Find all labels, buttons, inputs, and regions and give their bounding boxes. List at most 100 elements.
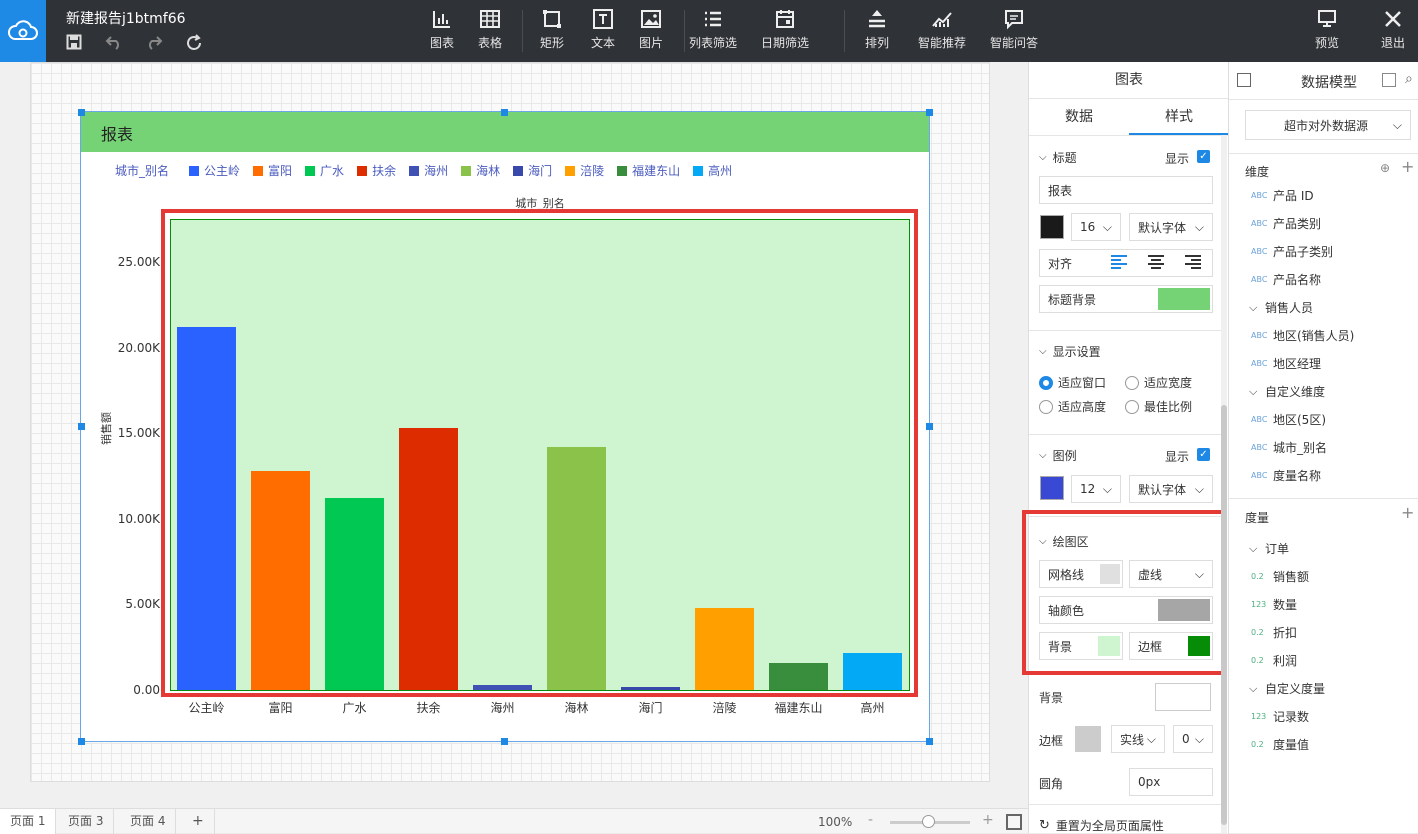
add-measure-icon[interactable]: + (1401, 503, 1414, 522)
display-section-header[interactable]: ⌵ 显示设置 (1039, 343, 1101, 360)
field-item[interactable]: ABC 度量名称 (1251, 467, 1321, 484)
legend-item[interactable]: 广水 (305, 162, 344, 179)
resize-handle[interactable] (78, 109, 85, 116)
toolbar-table-button[interactable]: 表格 (478, 8, 502, 56)
document-title[interactable]: 新建报告j1btmf66 (66, 8, 186, 28)
page-tab-1[interactable]: 页面 1 (0, 809, 57, 834)
toolbar-arrange-button[interactable]: 排列 (865, 8, 889, 56)
radio-best-ratio[interactable]: 最佳比例 (1125, 398, 1192, 415)
radio-fit-height[interactable]: 适应高度 (1039, 398, 1106, 415)
toolbar-text-button[interactable]: 文本 (591, 8, 615, 56)
field-item[interactable]: 123 记录数 (1251, 708, 1309, 725)
title-font-size-select[interactable]: 16 ⌵ (1071, 213, 1121, 241)
toolbar-rectangle-button[interactable]: 矩形 (540, 8, 564, 56)
field-item[interactable]: ABC 地区经理 (1251, 355, 1321, 372)
align-left-icon[interactable] (1111, 255, 1127, 272)
grid-view-icon[interactable] (1382, 73, 1396, 87)
field-item[interactable]: ABC 产品 ID (1251, 187, 1314, 204)
border-color-swatch[interactable] (1075, 726, 1101, 752)
legend-item[interactable]: 海门 (513, 162, 552, 179)
radio-fit-window[interactable]: 适应窗口 (1039, 374, 1106, 391)
chart-title[interactable]: 报表 (81, 112, 929, 152)
field-item[interactable]: 0.2 度量值 (1251, 736, 1309, 753)
resize-handle[interactable] (501, 109, 508, 116)
background-color-swatch[interactable] (1155, 683, 1211, 711)
field-item[interactable]: ABC 产品子类别 (1251, 243, 1333, 260)
search-icon[interactable]: ⌕ (1405, 71, 1413, 87)
radio-fit-width[interactable]: 适应宽度 (1125, 374, 1192, 391)
align-center-icon[interactable] (1148, 255, 1164, 272)
exit-button[interactable]: 退出 (1378, 8, 1408, 56)
zoom-in-button[interactable]: + (982, 812, 994, 828)
field-item[interactable]: ABC 产品名称 (1251, 271, 1321, 288)
title-input[interactable]: 报表 (1039, 176, 1213, 204)
zoom-out-button[interactable]: - (868, 812, 873, 828)
datasource-select[interactable]: 超市对外数据源 ⌵ (1245, 110, 1411, 140)
legend-color-picker[interactable] (1040, 476, 1064, 500)
reset-button[interactable]: ↻ 重置为全局页面属性 (1039, 817, 1164, 834)
legend-item[interactable]: 福建东山 (617, 162, 680, 179)
redo-icon[interactable] (144, 34, 164, 54)
title-show-checkbox[interactable]: ✓ (1197, 150, 1210, 163)
collapse-panel-icon[interactable] (1237, 73, 1251, 87)
field-item[interactable]: ABC 地区(销售人员) (1251, 327, 1354, 344)
fit-screen-icon[interactable] (1006, 814, 1022, 830)
legend-item[interactable]: 高州 (693, 162, 732, 179)
field-item[interactable]: 0.2 折扣 (1251, 624, 1297, 641)
refresh-icon[interactable] (184, 34, 204, 54)
resize-handle[interactable] (926, 738, 933, 745)
legend-font-size-select[interactable]: 12 ⌵ (1071, 475, 1121, 503)
title-bg-row[interactable]: 标题背景 (1039, 285, 1213, 313)
toolbar-image-button[interactable]: 图片 (639, 8, 663, 56)
page-tab-4[interactable]: 页面 4 (120, 809, 177, 834)
resize-handle[interactable] (78, 738, 85, 745)
panel-scrollbar[interactable] (1221, 135, 1227, 833)
toolbar-smart-qa-button[interactable]: 智能问答 (990, 8, 1038, 56)
legend-item[interactable]: 海林 (461, 162, 500, 179)
save-icon[interactable] (64, 34, 84, 54)
resize-handle[interactable] (78, 423, 85, 430)
tree-folder[interactable]: ⌵ 自定义维度 (1249, 383, 1325, 400)
legend-item[interactable]: 公主岭 (189, 162, 240, 179)
legend-item[interactable]: 扶余 (357, 162, 396, 179)
resize-handle[interactable] (926, 423, 933, 430)
radius-input[interactable]: 0px (1129, 768, 1213, 796)
field-item[interactable]: 0.2 销售额 (1251, 568, 1309, 585)
zoom-slider-thumb[interactable] (922, 815, 935, 828)
globe-icon[interactable]: ⊕ (1380, 161, 1390, 175)
title-section-header[interactable]: ⌵ 标题 (1039, 149, 1077, 166)
legend-item[interactable]: 涪陵 (565, 162, 604, 179)
resize-handle[interactable] (501, 738, 508, 745)
cloud-logo-icon[interactable] (0, 0, 46, 62)
border-width-select[interactable]: 0 ⌵ (1173, 725, 1213, 753)
toolbar-smart-recommend-button[interactable]: 智能推荐 (918, 8, 966, 56)
preview-button[interactable]: 预览 (1312, 8, 1342, 56)
undo-icon[interactable] (104, 34, 124, 54)
toolbar-list-filter-button[interactable]: 列表筛选 (689, 8, 737, 56)
add-page-button[interactable]: + (182, 809, 215, 834)
add-dimension-icon[interactable]: + (1401, 157, 1414, 176)
resize-handle[interactable] (926, 109, 933, 116)
field-item[interactable]: ABC 城市_别名 (1251, 439, 1327, 456)
tab-style[interactable]: 样式 (1129, 99, 1229, 135)
tree-folder[interactable]: ⌵ 订单 (1249, 540, 1289, 557)
field-item[interactable]: ABC 地区(5区) (1251, 411, 1326, 428)
chart-legend[interactable]: 城市_别名 公主岭 富阳 广水 扶余 海州 海林 海门 涪陵 福建东山 高州 (115, 162, 745, 179)
tab-data[interactable]: 数据 (1029, 99, 1129, 135)
toolbar-bar-chart-button[interactable]: 图表 (430, 8, 454, 56)
title-font-select[interactable]: 默认字体 ⌵ (1129, 213, 1213, 241)
field-item[interactable]: 0.2 利润 (1251, 652, 1297, 669)
page-tab-3[interactable]: 页面 3 (58, 809, 115, 834)
tree-folder[interactable]: ⌵ 销售人员 (1249, 299, 1313, 316)
legend-item[interactable]: 富阳 (253, 162, 292, 179)
title-bg-color-swatch[interactable] (1158, 288, 1210, 310)
field-item[interactable]: 123 数量 (1251, 596, 1297, 613)
tree-folder[interactable]: ⌵ 自定义度量 (1249, 680, 1325, 697)
legend-item[interactable]: 海州 (409, 162, 448, 179)
legend-font-select[interactable]: 默认字体 ⌵ (1129, 475, 1213, 503)
border-style-select[interactable]: 实线 ⌵ (1111, 725, 1165, 753)
legend-section-header[interactable]: ⌵ 图例 (1039, 447, 1077, 464)
field-item[interactable]: ABC 产品类别 (1251, 215, 1321, 232)
legend-show-checkbox[interactable]: ✓ (1197, 448, 1210, 461)
toolbar-calendar-button[interactable]: 日期筛选 (761, 8, 809, 56)
